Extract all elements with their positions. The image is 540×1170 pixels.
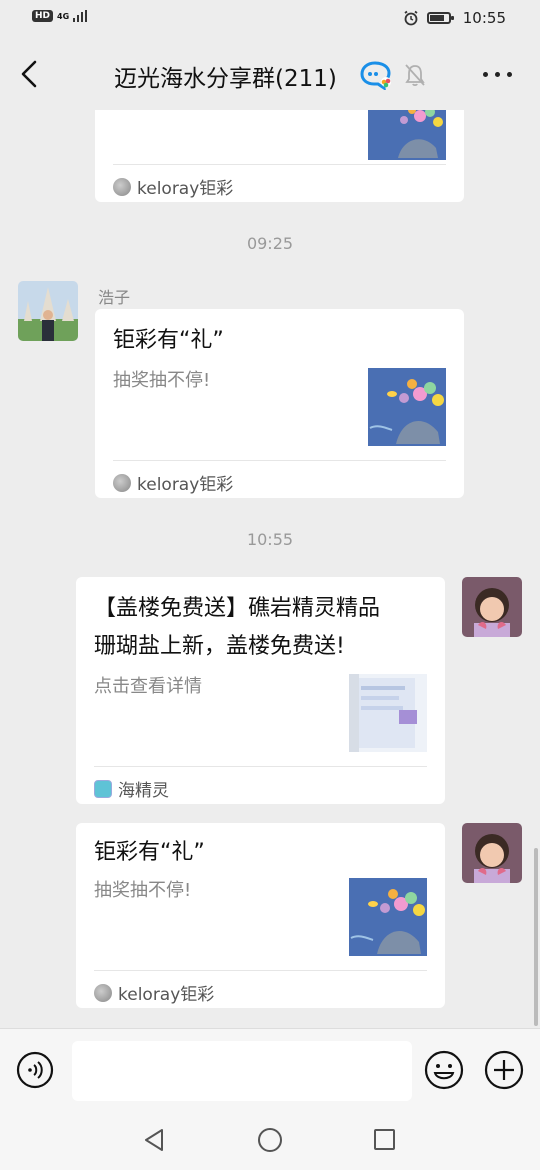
card-divider [94, 766, 427, 767]
card-title: 钜彩有“礼” [113, 328, 224, 353]
timestamp: 09:25 [246, 234, 294, 253]
card-title-line1: 【盖楼免费送】礁岩精灵精品 [94, 596, 381, 621]
scrollbar[interactable] [534, 848, 538, 1026]
haijingling-logo-icon [94, 779, 112, 798]
avatar[interactable] [462, 823, 522, 883]
source-label: keloray钜彩 [118, 985, 215, 1005]
message-card[interactable]: 钜彩有“礼” 抽奖抽不停! keloray钜彩 [76, 823, 445, 1008]
chat-title: 迈光海水分享群(211) [114, 66, 337, 92]
alarm-icon [404, 10, 418, 26]
message-list[interactable]: keloray钜彩 09:25 浩子 钜彩有“礼” 抽奖抽不停! keloray… [0, 110, 540, 1028]
bell-muted-icon [405, 64, 425, 87]
message-card[interactable]: 钜彩有“礼” 抽奖抽不停! keloray钜彩 [95, 309, 464, 498]
avatar[interactable] [18, 281, 78, 341]
more-dots-icon[interactable] [483, 72, 512, 77]
triangle-back-icon[interactable] [142, 1127, 166, 1153]
card-description: 抽奖抽不停! [94, 880, 192, 901]
card-source: 海精灵 [94, 776, 169, 801]
plus-icon[interactable] [484, 1050, 524, 1090]
card-title-line2: 珊瑚盐上新，盖楼免费送! [94, 634, 345, 659]
signal-icon [73, 10, 88, 22]
card-description: 点击查看详情 [94, 676, 202, 697]
timestamp: 10:55 [246, 530, 294, 549]
clock: 10:55 [462, 9, 506, 27]
avatar-haozi [18, 281, 78, 341]
card-source: keloray钜彩 [113, 470, 233, 495]
avatar-self [462, 577, 522, 637]
sender-name: 浩子 [98, 288, 131, 307]
coral-thumbnail [349, 878, 427, 956]
keloray-logo-icon [113, 473, 131, 492]
card-divider [94, 970, 427, 971]
message-input[interactable] [72, 1041, 412, 1101]
message-card[interactable]: 【盖楼免费送】礁岩精灵精品 珊瑚盐上新，盖楼免费送! 点击查看详情 海精灵 [76, 577, 445, 804]
chat-header: 迈光海水分享群(211) [0, 38, 540, 110]
coral-thumbnail [368, 368, 446, 446]
avatar-self [462, 823, 522, 883]
qq-chat-icon[interactable] [360, 60, 394, 90]
card-divider [113, 164, 446, 165]
avatar[interactable] [462, 577, 522, 637]
source-label: keloray钜彩 [137, 475, 234, 495]
card-title: 钜彩有“礼” [94, 840, 205, 865]
input-bar [0, 1028, 540, 1111]
keloray-logo-icon [113, 177, 131, 196]
system-nav-bar [0, 1110, 540, 1170]
square-recent-icon[interactable] [374, 1129, 395, 1150]
status-bar: HD 4G 10:55 [0, 0, 540, 38]
circle-home-icon[interactable] [258, 1128, 282, 1152]
voice-icon[interactable] [16, 1051, 54, 1089]
card-divider [113, 460, 446, 461]
hd-badge: HD [32, 10, 54, 22]
back-arrow-icon[interactable] [16, 58, 44, 90]
emoji-icon[interactable] [424, 1050, 464, 1090]
coral-thumbnail [368, 110, 446, 160]
keloray-logo-icon [94, 983, 112, 1002]
source-label: keloray钜彩 [137, 179, 234, 199]
message-card[interactable]: keloray钜彩 [95, 110, 464, 202]
battery-icon [426, 12, 454, 24]
network-label: 4G [57, 11, 70, 21]
card-source: keloray钜彩 [113, 174, 233, 199]
source-label: 海精灵 [118, 781, 169, 801]
card-description: 抽奖抽不停! [113, 370, 211, 391]
card-source: keloray钜彩 [94, 980, 214, 1005]
product-thumbnail [349, 674, 427, 752]
